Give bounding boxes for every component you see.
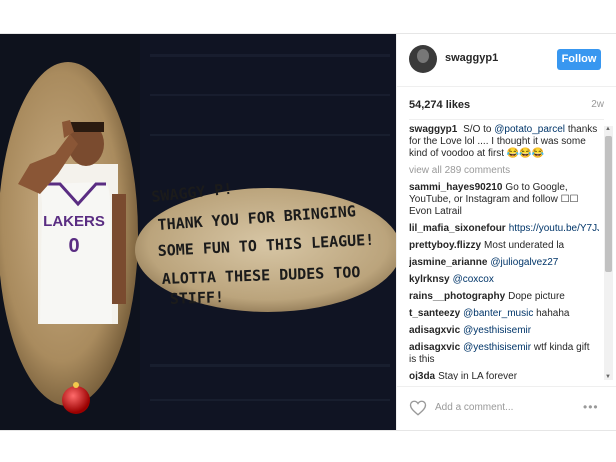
follow-button[interactable]: Follow [557, 49, 601, 70]
comment-item: t_santeezy @banter_music hahaha [409, 308, 599, 320]
likes-count[interactable]: 54,274 likes [409, 99, 470, 111]
comment-username[interactable]: prettyboy.flizzy [409, 240, 481, 251]
comment-username[interactable]: jasmine_arianne [409, 257, 487, 268]
scroll-down-icon[interactable]: ▼ [605, 374, 611, 380]
comment-item: oj3da Stay in LA forever [409, 371, 599, 380]
caption-mention[interactable]: @potato_parcel [494, 124, 565, 135]
comment-item: sammi_hayes90210 Go to Google, YouTube, o… [409, 182, 599, 218]
comment-username[interactable]: t_santeezy [409, 308, 460, 319]
caption-text-before: S/O to [463, 124, 492, 135]
comment-mention[interactable]: @yesthisisemir [463, 342, 531, 353]
add-comment-bar: Add a comment... ••• [397, 386, 616, 431]
comment-text: Dope picture [508, 291, 565, 302]
comment-item: lil_mafia_sixonefour https://youtu.be/Y7J… [409, 223, 599, 235]
potato-photo-image: LAKERS 0 SWAGGY P! THANK YOU FOR BRINGIN… [0, 34, 396, 430]
svg-text:STIFF!: STIFF! [170, 288, 225, 308]
caption-username[interactable]: swaggyp1 [409, 124, 457, 135]
comment-username[interactable]: adisagxvic [409, 325, 460, 336]
scrollbar-thumb[interactable] [605, 136, 612, 272]
post-modal: LAKERS 0 SWAGGY P! THANK YOU FOR BRINGIN… [0, 33, 616, 431]
scroll-up-icon[interactable]: ▲ [605, 126, 611, 132]
heart-icon[interactable] [409, 399, 427, 417]
add-comment-input[interactable]: Add a comment... [435, 402, 513, 413]
comment-mention[interactable]: @juliogalvez27 [490, 257, 558, 268]
red-bead [62, 386, 90, 414]
comment-username[interactable]: adisagxvic [409, 342, 460, 353]
post-photo[interactable]: LAKERS 0 SWAGGY P! THANK YOU FOR BRINGIN… [0, 34, 396, 430]
post-side-panel: swaggyp1 Follow 54,274 likes 2w swaggyp1… [396, 34, 616, 430]
comment-mention[interactable]: @coxcox [453, 274, 494, 285]
caption: swaggyp1 S/O to @potato_parcel thanks fo… [409, 124, 599, 160]
comment-item: rains__photography Dope picture [409, 291, 599, 303]
comment-text: Most underated la [484, 240, 565, 251]
comment-username[interactable]: kylrknsy [409, 274, 450, 285]
svg-text:0: 0 [68, 235, 79, 257]
comments-scrollbar[interactable]: ▲ ▼ [604, 126, 613, 380]
comment-username[interactable]: oj3da [409, 371, 435, 380]
comment-mention[interactable]: @banter_music [463, 308, 533, 319]
post-header: swaggyp1 Follow [397, 34, 616, 87]
svg-text:LAKERS: LAKERS [43, 213, 105, 230]
comment-username[interactable]: lil_mafia_sixonefour [409, 223, 506, 234]
avatar[interactable] [409, 45, 437, 73]
comment-item: adisagxvic @yesthisisemir wtf kinda gift … [409, 342, 599, 366]
comment-text: hahaha [536, 308, 570, 319]
comments-list[interactable]: swaggyp1 S/O to @potato_parcel thanks fo… [409, 124, 599, 380]
comment-item: kylrknsy @coxcox [409, 274, 599, 286]
comment-item: adisagxvic @yesthisisemir [409, 325, 599, 337]
more-options-icon[interactable]: ••• [583, 400, 599, 414]
comment-text: Stay in LA forever [438, 371, 518, 380]
divider [409, 119, 604, 120]
comment-item: jasmine_arianne @juliogalvez27 [409, 257, 599, 269]
comment-username[interactable]: sammi_hayes90210 [409, 182, 502, 193]
comment-mention[interactable]: @yesthisisemir [463, 325, 531, 336]
post-age: 2w [591, 99, 604, 110]
comment-link[interactable]: https://youtu.be/Y7JJtHeAMA [509, 223, 599, 234]
comment-item: prettyboy.flizzy Most underated la [409, 240, 599, 252]
post-username[interactable]: swaggyp1 [445, 52, 498, 64]
comment-username[interactable]: rains__photography [409, 291, 505, 302]
view-all-comments-link[interactable]: view all 289 comments [409, 165, 599, 177]
